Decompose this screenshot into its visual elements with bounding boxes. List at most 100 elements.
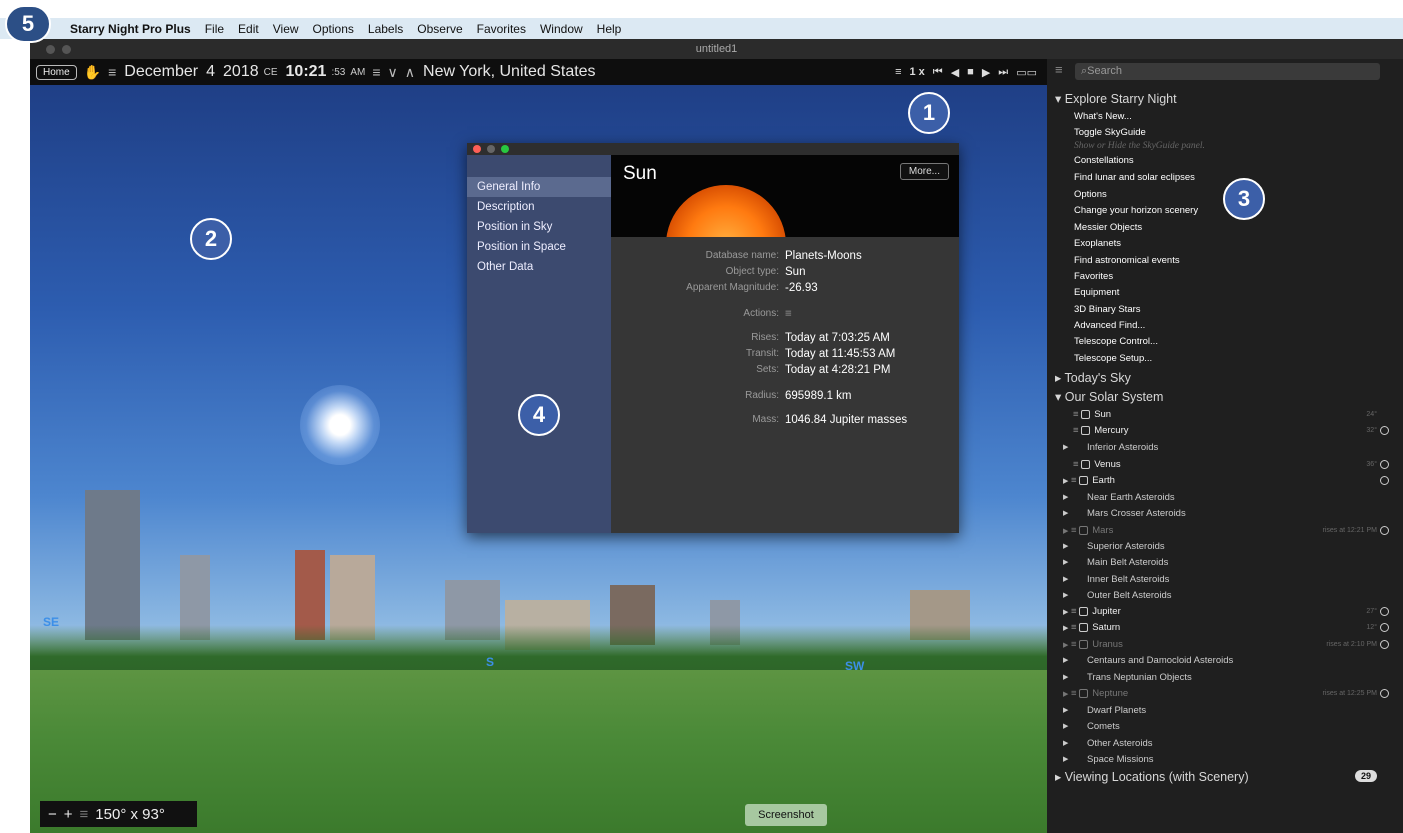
tab-position-in-sky[interactable]: Position in Sky [467, 217, 611, 237]
list-item[interactable]: Mars Crosser Asteroids [1087, 508, 1186, 519]
close-light[interactable] [473, 145, 481, 153]
minimize-light[interactable] [62, 45, 71, 54]
actions-menu-icon[interactable]: ≡ [785, 308, 792, 320]
section-todays-sky[interactable]: ▸ Today's Sky [1055, 370, 1131, 385]
menu-window[interactable]: Window [540, 22, 583, 36]
zoom-light[interactable] [501, 145, 509, 153]
venus-checkbox[interactable] [1081, 459, 1091, 469]
solar-item-saturn[interactable]: ▶ ≡ Saturn [1063, 622, 1120, 633]
list-item[interactable]: Outer Belt Asteroids [1087, 590, 1171, 601]
list-item[interactable]: Other Asteroids [1087, 738, 1152, 749]
explore-item[interactable]: Messier Objects [1074, 222, 1142, 233]
time-field[interactable]: 10:21 [286, 63, 327, 81]
explore-item[interactable]: Equipment [1074, 287, 1119, 298]
saturn-checkbox[interactable] [1079, 622, 1089, 632]
expand-icon[interactable]: ▶ [1063, 706, 1068, 714]
solar-item-uranus[interactable]: ▶ ≡ Uranus [1063, 639, 1123, 650]
expand-icon[interactable]: ▶ [1063, 722, 1068, 730]
menu-options[interactable]: Options [313, 22, 354, 36]
zoom-out-button[interactable]: − [48, 806, 57, 823]
explore-item[interactable]: Advanced Find... [1074, 320, 1145, 331]
mars-checkbox[interactable] [1079, 525, 1089, 535]
expand-icon[interactable]: ▶ [1063, 509, 1068, 517]
list-item[interactable]: Main Belt Asteroids [1087, 557, 1168, 568]
minimize-light[interactable] [487, 145, 495, 153]
explore-item[interactable]: Find astronomical events [1074, 255, 1180, 266]
section-explore[interactable]: ▾ Explore Starry Night [1055, 91, 1177, 106]
explore-item[interactable]: Find lunar and solar eclipses [1074, 172, 1195, 183]
search-input[interactable]: ⌕Search [1075, 63, 1380, 80]
home-button[interactable]: Home [36, 64, 77, 80]
app-menu[interactable]: Starry Night Pro Plus [70, 22, 191, 36]
list-item[interactable]: Near Earth Asteroids [1087, 492, 1175, 503]
expand-icon[interactable]: ▶ [1063, 493, 1068, 501]
mercury-target-icon[interactable] [1380, 426, 1389, 435]
screenshot-button[interactable]: Screenshot [745, 804, 827, 826]
skip-forward-icon[interactable]: ⏭ [998, 66, 1008, 79]
skip-back-icon[interactable]: ⏮ [933, 66, 943, 79]
solar-item-neptune[interactable]: ▶ ≡ Neptune [1063, 688, 1128, 699]
menu-icon[interactable]: ≡ [372, 64, 380, 80]
jupiter-target-icon[interactable] [1380, 607, 1389, 616]
rate-field[interactable]: 1 x [910, 66, 925, 78]
menu-icon[interactable]: ≡ [108, 64, 116, 80]
explore-item[interactable]: Telescope Setup... [1074, 353, 1152, 364]
explore-item[interactable]: Exoplanets [1074, 238, 1121, 249]
menu-file[interactable]: File [205, 22, 224, 36]
solar-item-mercury[interactable]: ≡ Mercury [1073, 425, 1129, 436]
venus-target-icon[interactable] [1380, 460, 1389, 469]
expand-icon[interactable]: ▶ [1063, 575, 1068, 583]
menu-help[interactable]: Help [597, 22, 622, 36]
solar-item-jupiter[interactable]: ▶ ≡ Jupiter [1063, 606, 1121, 617]
tab-general-info[interactable]: General Info [467, 177, 611, 197]
chevron-up-icon[interactable]: ∧ [405, 64, 415, 81]
year-field[interactable]: 2018 [223, 63, 259, 81]
layout-icon[interactable]: ▭▭ [1016, 66, 1037, 79]
month-field[interactable]: December [124, 63, 198, 81]
explore-item[interactable]: Favorites [1074, 271, 1113, 282]
menu-view[interactable]: View [273, 22, 299, 36]
tab-description[interactable]: Description [467, 197, 611, 217]
section-viewing-locations[interactable]: ▸ Viewing Locations (with Scenery) [1055, 769, 1249, 784]
explore-item[interactable]: Telescope Control... [1074, 336, 1158, 347]
expand-icon[interactable]: ▶ [1063, 591, 1068, 599]
explore-item[interactable]: What's New... [1074, 111, 1132, 122]
neptune-target-icon[interactable] [1380, 689, 1389, 698]
earth-checkbox[interactable] [1079, 475, 1089, 485]
tab-other-data[interactable]: Other Data [467, 257, 611, 277]
list-item[interactable]: Space Missions [1087, 754, 1154, 765]
menu-labels[interactable]: Labels [368, 22, 403, 36]
expand-icon[interactable]: ▶ [1063, 673, 1068, 681]
day-field[interactable]: 4 [206, 63, 215, 81]
expand-icon[interactable]: ▶ [1063, 542, 1068, 550]
close-light[interactable] [46, 45, 55, 54]
location-field[interactable]: New York, United States [423, 63, 596, 81]
ampm-field[interactable]: AM [350, 67, 365, 78]
explore-item[interactable]: 3D Binary Stars [1074, 304, 1141, 315]
era-field[interactable]: CE [264, 67, 278, 78]
list-item[interactable]: Trans Neptunian Objects [1087, 672, 1192, 683]
explore-item[interactable]: Change your horizon scenery [1074, 205, 1198, 216]
neptune-checkbox[interactable] [1079, 688, 1089, 698]
step-back-icon[interactable]: ◀ [951, 66, 959, 79]
menu-edit[interactable]: Edit [238, 22, 259, 36]
expand-icon[interactable]: ▶ [1063, 739, 1068, 747]
window-controls[interactable] [46, 45, 71, 54]
hand-icon[interactable]: ✋ [84, 64, 101, 81]
list-item[interactable]: Superior Asteroids [1087, 541, 1165, 552]
expand-icon[interactable]: ▶ [1063, 558, 1068, 566]
expand-icon[interactable]: ▶ [1063, 755, 1068, 763]
stop-icon[interactable]: ■ [967, 66, 974, 78]
uranus-target-icon[interactable] [1380, 640, 1389, 649]
sun-glare[interactable] [300, 385, 380, 465]
menu-icon[interactable]: ≡ [895, 66, 901, 78]
explore-item[interactable]: Toggle SkyGuide [1074, 127, 1146, 138]
menu-icon[interactable]: ≡ [80, 806, 89, 823]
tab-position-in-space[interactable]: Position in Space [467, 237, 611, 257]
list-item[interactable]: Inner Belt Asteroids [1087, 574, 1169, 585]
earth-target-icon[interactable] [1380, 476, 1389, 485]
play-icon[interactable]: ▶ [982, 66, 990, 79]
list-item[interactable]: Dwarf Planets [1087, 705, 1146, 716]
menu-icon[interactable]: ≡ [1055, 62, 1063, 77]
menu-observe[interactable]: Observe [417, 22, 462, 36]
